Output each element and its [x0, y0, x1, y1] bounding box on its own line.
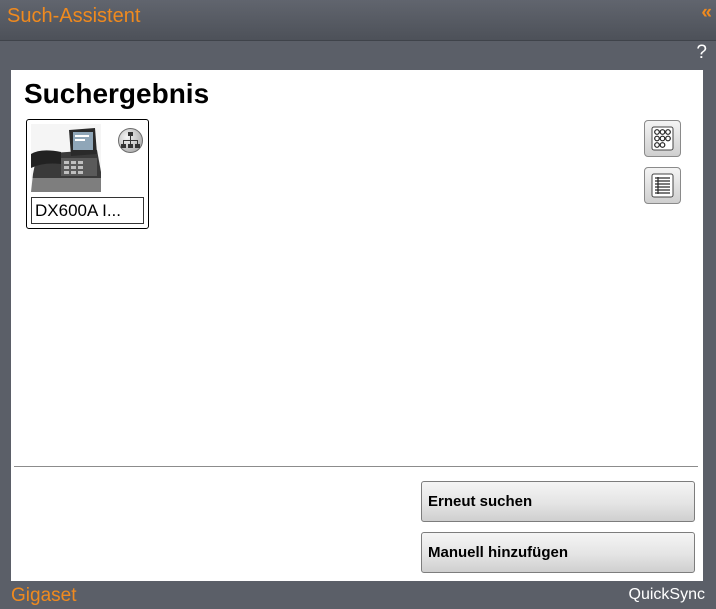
- list-view-icon: [651, 173, 674, 198]
- toolbar: ?: [0, 40, 716, 71]
- search-again-button[interactable]: Erneut suchen: [421, 481, 695, 522]
- desk-phone-image: [31, 124, 101, 192]
- footer: Gigaset QuickSync: [0, 581, 716, 609]
- grid-view-button[interactable]: [644, 120, 681, 157]
- list-view-button[interactable]: [644, 167, 681, 204]
- window-title: Such-Assistent: [7, 5, 141, 27]
- collapse-icon[interactable]: «: [701, 2, 711, 24]
- divider: [14, 466, 698, 467]
- add-manually-button[interactable]: Manuell hinzufügen: [421, 532, 695, 573]
- brand-logo: Gigaset: [11, 585, 77, 606]
- network-icon: [118, 128, 143, 153]
- page-title: Suchergebnis: [24, 78, 210, 109]
- device-card[interactable]: DX600A I...: [26, 119, 149, 229]
- grid-view-icon: [651, 126, 674, 151]
- product-name: QuickSync: [628, 586, 705, 603]
- device-label: DX600A I...: [31, 197, 144, 224]
- help-icon[interactable]: ?: [696, 42, 707, 64]
- title-bar: Such-Assistent «: [0, 0, 716, 40]
- content-panel: Suchergebnis DX600A I... Erneut suchen M…: [11, 70, 703, 581]
